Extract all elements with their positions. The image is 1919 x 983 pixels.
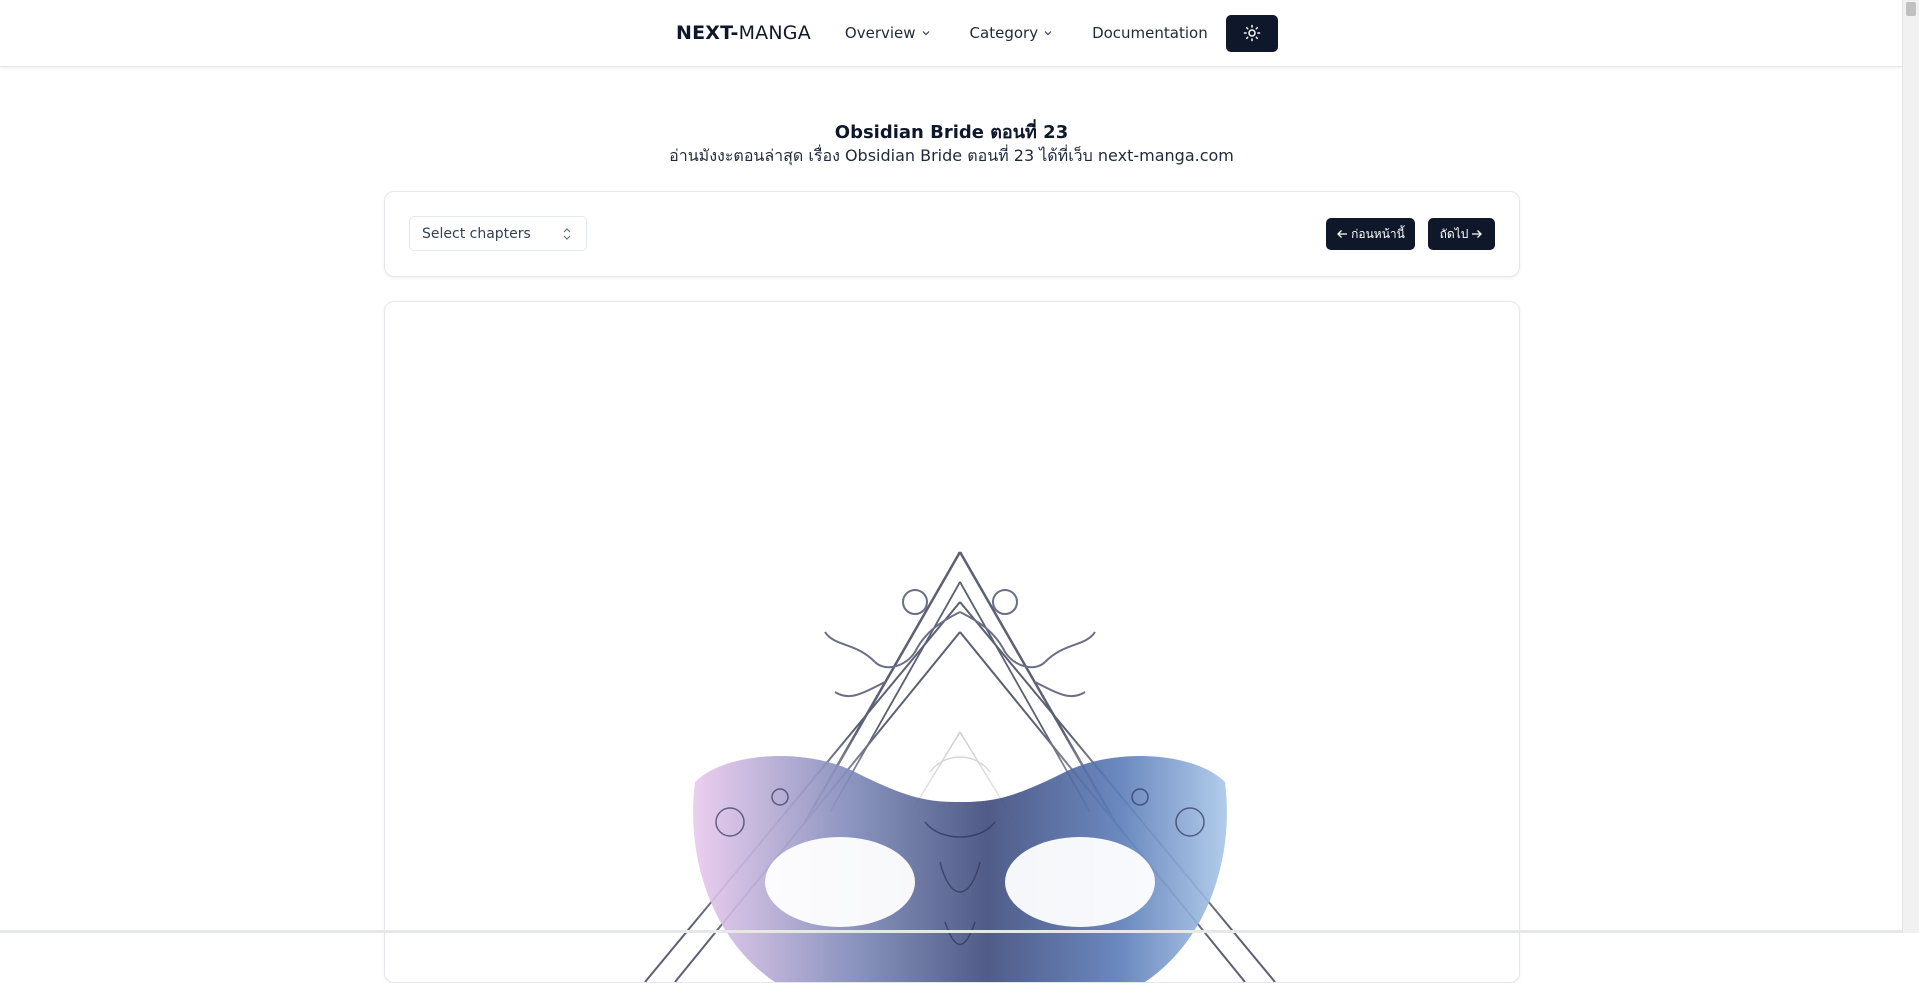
nav-container: NEXT-MANGA Overview Category Documentati… <box>676 14 1278 52</box>
navbar: NEXT-MANGA Overview Category Documentati… <box>0 0 1903 67</box>
previous-chapter-label: ก่อนหน้านี้ <box>1351 226 1405 241</box>
chapter-select[interactable]: Select chapters <box>409 216 587 251</box>
next-chapter-label: ถัดไป <box>1439 226 1469 241</box>
previous-chapter-button[interactable]: ก่อนหน้านี้ <box>1326 218 1415 250</box>
arrow-left-icon <box>1337 230 1348 238</box>
theme-toggle-button[interactable] <box>1225 14 1278 52</box>
nav-category-label: Category <box>969 24 1039 42</box>
arrow-right-icon <box>1472 230 1483 238</box>
sun-icon <box>1243 24 1260 42</box>
chevron-down-icon <box>1044 31 1052 36</box>
chapter-toolbar: Select chapters ก่อนหน้านี้ ถัดไป <box>384 191 1520 277</box>
scrollbar-thumb[interactable] <box>1906 2 1916 16</box>
manga-page-image <box>644 551 1276 982</box>
brand-logo[interactable]: NEXT-MANGA <box>676 22 811 44</box>
vertical-scrollbar[interactable] <box>1902 0 1919 933</box>
chapter-select-placeholder: Select chapters <box>422 225 531 242</box>
brand-rest: MANGA <box>738 22 811 44</box>
manga-page-card <box>384 301 1520 983</box>
brand-bold: NEXT- <box>676 22 739 44</box>
nav-overview-label: Overview <box>844 24 916 42</box>
nav-category[interactable]: Category <box>970 24 1055 42</box>
nav-overview[interactable]: Overview <box>845 24 932 42</box>
nav-documentation[interactable]: Documentation <box>1092 24 1208 42</box>
sort-arrows-icon <box>563 228 571 240</box>
page-title: Obsidian Bride ตอนที่ 23 <box>834 122 1069 143</box>
chevron-down-icon <box>922 31 929 36</box>
page-subtitle: อ่านมังงะตอนล่าสุด เรื่อง Obsidian Bride… <box>669 146 1234 165</box>
next-chapter-button[interactable]: ถัดไป <box>1428 218 1495 250</box>
nav-documentation-label: Documentation <box>1092 24 1208 42</box>
